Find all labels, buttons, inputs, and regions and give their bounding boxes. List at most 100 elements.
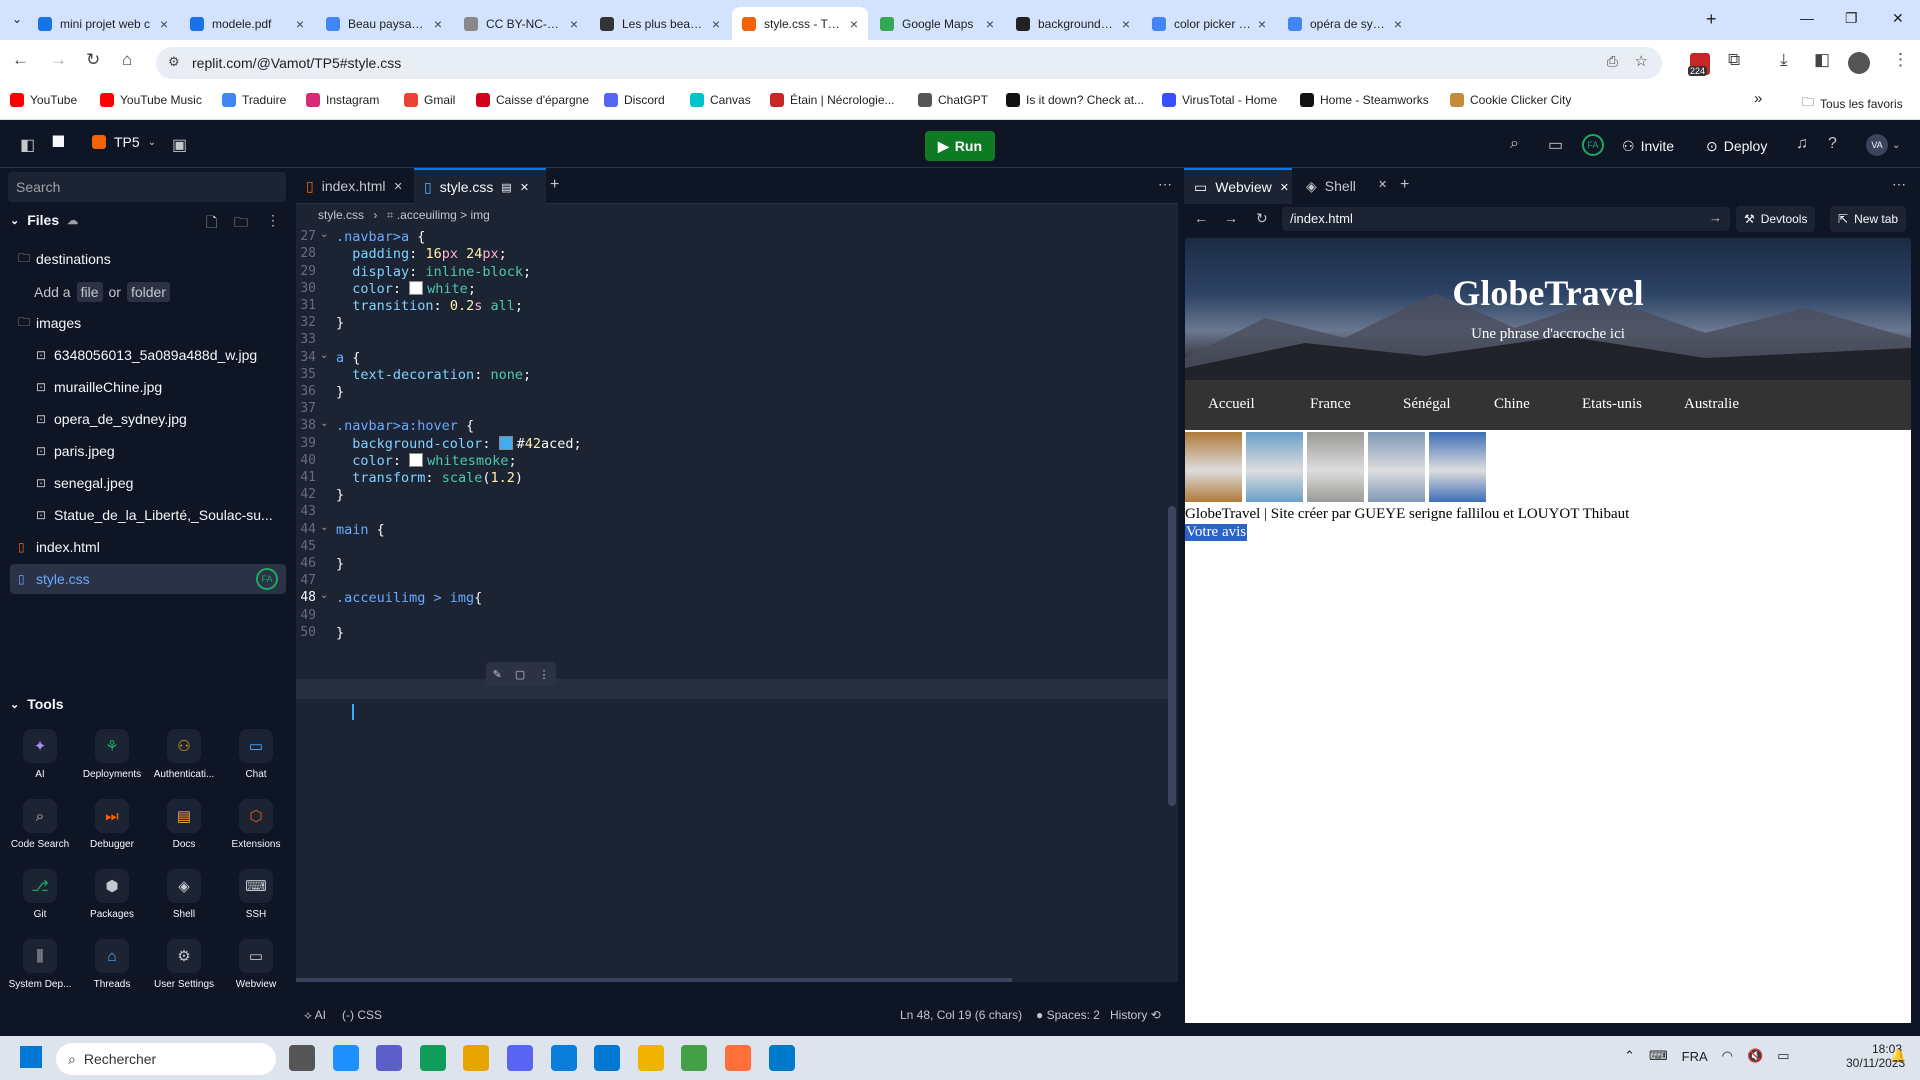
add-file-link[interactable]: file: [76, 282, 103, 302]
back-icon[interactable]: ←: [12, 50, 29, 70]
bookmark-item[interactable]: ChatGPT: [918, 93, 988, 107]
site-nav-link[interactable]: France: [1310, 396, 1351, 413]
history-button[interactable]: History ⟲: [1110, 1008, 1161, 1022]
bookmark-item[interactable]: YouTube Music: [100, 93, 202, 107]
devtools-button[interactable]: ⚒ Devtools: [1736, 206, 1816, 232]
site-info-icon[interactable]: ⚙: [168, 54, 180, 70]
close-tab-icon[interactable]: ×: [1122, 16, 1130, 32]
run-button[interactable]: ▶ Run: [925, 131, 995, 161]
windows-start-icon[interactable]: [20, 1046, 42, 1068]
bookmark-item[interactable]: Gmail: [404, 93, 455, 107]
volume-muted-icon[interactable]: 🔇: [1747, 1048, 1763, 1064]
webview-url-input[interactable]: /index.html →: [1282, 207, 1730, 231]
fold-chevron-icon[interactable]: ⌄: [320, 418, 328, 429]
bookmark-item[interactable]: YouTube: [10, 93, 77, 107]
new-file-icon[interactable]: 🗋: [206, 212, 217, 236]
bookmark-item[interactable]: Cookie Clicker City: [1450, 93, 1571, 107]
tool-git[interactable]: ⎇ Git: [5, 869, 75, 920]
tool-chat[interactable]: ▭ Chat: [221, 729, 291, 780]
destination-thumbnail[interactable]: [1246, 432, 1303, 502]
taskbar-app-icon[interactable]: [681, 1045, 708, 1071]
add-tab-icon[interactable]: +: [1400, 176, 1409, 194]
destination-thumbnail[interactable]: [1368, 432, 1425, 502]
browser-tab[interactable]: CC BY-NC-SA 3.0 ×: [454, 7, 588, 40]
add-tab-icon[interactable]: +: [550, 176, 559, 194]
destination-thumbnail[interactable]: [1429, 432, 1486, 502]
tool-authenticati[interactable]: ⚇ Authenticati...: [149, 729, 219, 780]
user-avatar[interactable]: VA ⌄: [1866, 134, 1900, 156]
file-tree-item[interactable]: ⊡ Statue_de_la_Liberté,_Soulac-su...: [10, 500, 286, 530]
fold-chevron-icon[interactable]: ⌄: [320, 229, 328, 240]
browser-tab[interactable]: Les plus beaux lac ×: [590, 7, 730, 40]
feedback-link[interactable]: Votre avis: [1185, 524, 1248, 541]
taskbar-app-icon[interactable]: [289, 1045, 315, 1071]
browser-tab[interactable]: modele.pdf ×: [180, 7, 314, 40]
tool-system-dep[interactable]: ⫼ System Dep...: [5, 939, 75, 990]
breadcrumb-file[interactable]: style.css: [318, 208, 364, 222]
browser-tab[interactable]: style.css - TP5 - R ×: [732, 7, 868, 40]
file-tree-item[interactable]: ⊡ 6348056013_5a089a488d_w.jpg: [10, 340, 286, 370]
close-tab-icon[interactable]: ×: [1394, 16, 1402, 32]
file-tree-item[interactable]: 🗀 images: [10, 308, 286, 338]
taskbar-app-icon[interactable]: [463, 1045, 490, 1071]
bookmark-item[interactable]: Discord: [604, 93, 665, 107]
close-icon[interactable]: ✕: [520, 181, 529, 194]
tool-debugger[interactable]: ⏭ Debugger: [77, 799, 147, 850]
files-header[interactable]: ⌄ Files ☁: [10, 212, 78, 228]
bookmark-item[interactable]: Home - Steamworks: [1300, 93, 1429, 107]
profile-avatar[interactable]: [1848, 52, 1870, 74]
language-status[interactable]: (-) CSS: [342, 1008, 382, 1022]
new-folder-icon[interactable]: 🗀: [234, 212, 248, 236]
tab-index-html[interactable]: ▯ index.html ✕: [296, 168, 414, 204]
chat-icon[interactable]: ▭: [1548, 135, 1563, 155]
ai-status[interactable]: ⟡ AI: [304, 1008, 326, 1023]
go-arrow-icon[interactable]: →: [1709, 210, 1722, 225]
tool-deployments[interactable]: ⚘ Deployments: [77, 729, 147, 780]
language-indicator[interactable]: FRA: [1682, 1049, 1708, 1064]
split-icon[interactable]: ▤: [501, 181, 511, 194]
more-options-icon[interactable]: ⋮: [266, 212, 280, 229]
tab-webview[interactable]: ▭ Webview ✕: [1184, 168, 1292, 204]
close-tab-icon[interactable]: ×: [1258, 16, 1266, 32]
vertical-scrollbar[interactable]: [1168, 506, 1176, 806]
search-input[interactable]: Search: [8, 172, 286, 202]
browser-tab[interactable]: color picker - Rec ×: [1142, 7, 1276, 40]
keyboard-icon[interactable]: ⌨: [1649, 1048, 1668, 1064]
wifi-icon[interactable]: ◠: [1722, 1048, 1733, 1064]
close-window-icon[interactable]: ✕: [1892, 10, 1904, 27]
horizontal-scrollbar[interactable]: [296, 978, 1012, 982]
replit-logo-icon[interactable]: ⯀: [52, 135, 65, 153]
close-tab-icon[interactable]: ×: [986, 16, 994, 32]
search-icon[interactable]: ⌕: [1510, 135, 1519, 153]
close-tab-icon[interactable]: ×: [570, 16, 578, 32]
destination-thumbnail[interactable]: [1185, 432, 1242, 502]
edit-icon[interactable]: ✎: [493, 668, 502, 681]
browser-tab[interactable]: Google Maps ×: [870, 7, 1004, 40]
bookmark-item[interactable]: Caisse d'épargne: [476, 93, 589, 107]
bookmark-item[interactable]: Instagram: [306, 93, 379, 107]
tool-docs[interactable]: ▤ Docs: [149, 799, 219, 850]
checkpoint-icon[interactable]: ▣: [172, 135, 187, 155]
site-nav-link[interactable]: Accueil: [1208, 396, 1255, 413]
tool-webview[interactable]: ▭ Webview: [221, 939, 291, 990]
minimize-icon[interactable]: —: [1800, 10, 1814, 26]
browser-tab[interactable]: background-size ×: [1006, 7, 1140, 40]
file-tree-item[interactable]: ⊡ senegal.jpeg: [10, 468, 286, 498]
taskbar-app-icon[interactable]: [332, 1045, 359, 1071]
more-icon[interactable]: ⋮: [538, 668, 549, 681]
taskbar-app-icon[interactable]: [376, 1045, 403, 1071]
tool-ai[interactable]: ✦ AI: [5, 729, 75, 780]
browser-tab[interactable]: opéra de sydney ×: [1278, 7, 1412, 40]
tab-style-css[interactable]: ▯ style.css ▤ ✕: [414, 168, 546, 204]
tools-header[interactable]: ⌄ Tools: [10, 696, 64, 712]
taskbar-search[interactable]: ⌕ Rechercher: [56, 1043, 276, 1075]
close-icon[interactable]: ✕: [1280, 181, 1289, 194]
fold-chevron-icon[interactable]: ⌄: [320, 350, 328, 361]
webview-reload-icon[interactable]: ↻: [1256, 210, 1268, 227]
explain-icon[interactable]: ▢: [515, 668, 525, 681]
destination-thumbnail[interactable]: [1307, 432, 1364, 502]
close-tab-icon[interactable]: ×: [296, 16, 304, 32]
close-shell-icon[interactable]: ✕: [1378, 178, 1387, 191]
bookmark-star-icon[interactable]: ☆: [1635, 52, 1648, 70]
file-tree-item[interactable]: ▯ style.css FA: [10, 564, 286, 594]
